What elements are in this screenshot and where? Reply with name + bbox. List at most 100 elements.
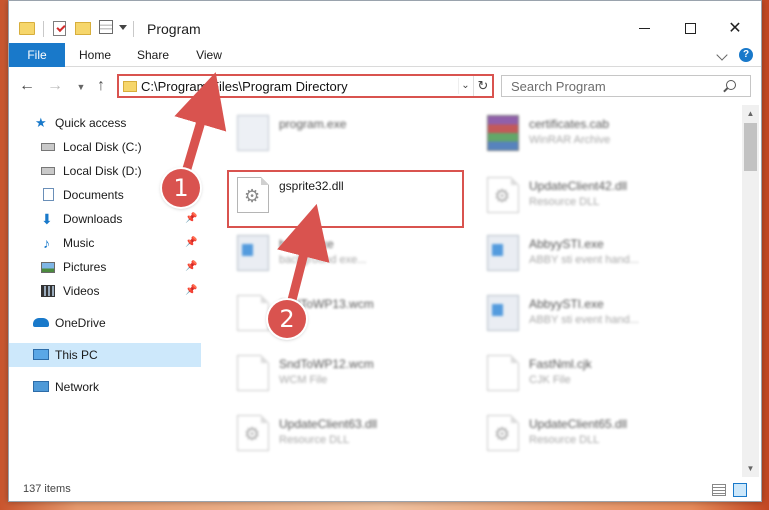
expand-ribbon-chevron-icon[interactable] bbox=[716, 49, 728, 61]
list-item[interactable]: FastNml.cjk CJK File bbox=[481, 347, 721, 399]
close-button[interactable]: ✕ bbox=[712, 13, 758, 43]
sidebar-item-quick-access[interactable]: ★ Quick access bbox=[9, 111, 201, 135]
file-name: SndToWP12.wcm bbox=[279, 357, 374, 371]
program-icon bbox=[237, 115, 269, 151]
address-bar[interactable]: C:\Program Files\Program Directory ⌄ ↻ bbox=[117, 74, 494, 98]
file-name: AbbyySTI.exe bbox=[529, 237, 604, 251]
minimize-icon bbox=[638, 27, 650, 29]
tab-view[interactable]: View bbox=[187, 43, 231, 67]
file-type: WCM File bbox=[279, 374, 328, 386]
details-view-icon[interactable] bbox=[712, 484, 726, 496]
large-icons-view-icon[interactable] bbox=[733, 483, 747, 497]
file-type: ABBY sti event hand... bbox=[529, 314, 639, 326]
dll-icon bbox=[487, 177, 519, 213]
sidebar-item-music[interactable]: ♪ Music 📌 bbox=[9, 231, 201, 255]
file-type: background exe... bbox=[279, 254, 367, 266]
list-item[interactable]: AbbyySTI.exe ABBY sti event hand... bbox=[481, 287, 721, 339]
tab-file[interactable]: File bbox=[9, 43, 65, 67]
file-name: AbbyySTI.exe bbox=[529, 297, 604, 311]
list-item[interactable]: UpdateClient42.dll Resource DLL bbox=[481, 169, 721, 221]
scrollbar-thumb[interactable] bbox=[744, 123, 757, 171]
back-arrow-icon[interactable]: ← bbox=[19, 78, 35, 94]
videos-icon bbox=[41, 285, 55, 297]
list-item[interactable]: bexec.exe background exe... bbox=[231, 227, 471, 279]
star-icon: ★ bbox=[35, 115, 47, 130]
file-name: program.exe bbox=[279, 117, 347, 131]
sidebar-item-local-disk-c[interactable]: Local Disk (C:) bbox=[9, 135, 201, 159]
new-folder-icon[interactable] bbox=[75, 22, 91, 35]
pin-icon[interactable]: 📌 bbox=[185, 286, 197, 296]
tab-share[interactable]: Share bbox=[129, 43, 177, 67]
forward-arrow-icon[interactable]: → bbox=[47, 78, 63, 94]
file-icon bbox=[487, 355, 519, 391]
search-placeholder: Search Program bbox=[511, 79, 606, 94]
properties-check-icon[interactable] bbox=[53, 21, 66, 36]
folder-icon bbox=[123, 81, 137, 92]
sidebar-item-pictures[interactable]: Pictures 📌 bbox=[9, 255, 201, 279]
list-item[interactable]: program.exe bbox=[231, 107, 471, 159]
properties-icon[interactable] bbox=[99, 20, 113, 34]
file-name: FastNml.cjk bbox=[529, 357, 592, 371]
search-input[interactable]: Search Program bbox=[501, 75, 751, 97]
customize-toolbar-dropdown-icon[interactable] bbox=[119, 25, 127, 30]
file-type: WinRAR Archive bbox=[529, 134, 611, 146]
file-name: UpdateClient65.dll bbox=[529, 417, 628, 431]
address-path[interactable]: C:\Program Files\Program Directory bbox=[141, 79, 348, 94]
help-icon[interactable]: ? bbox=[739, 48, 753, 62]
navigation-pane: ★ Quick access Local Disk (C:) Local Dis… bbox=[9, 105, 205, 477]
list-item[interactable]: SndToWP12.wcm WCM File bbox=[231, 347, 471, 399]
list-item[interactable]: UpdateClient65.dll Resource DLL bbox=[481, 407, 721, 459]
refresh-icon[interactable]: ↻ bbox=[473, 76, 492, 96]
scroll-down-icon[interactable]: ▼ bbox=[742, 460, 759, 477]
list-item[interactable]: UpdateClient63.dll Resource DLL bbox=[231, 407, 471, 459]
vertical-scrollbar[interactable]: ▲ ▼ bbox=[742, 105, 759, 477]
sidebar-item-this-pc[interactable]: This PC bbox=[9, 343, 201, 367]
documents-icon bbox=[43, 188, 54, 201]
up-arrow-icon[interactable]: ↑ bbox=[93, 78, 109, 94]
status-bar: 137 items bbox=[9, 477, 761, 501]
ribbon-tabs: File Home Share View ? bbox=[9, 43, 761, 67]
list-item[interactable]: AbbyySTI.exe ABBY sti event hand... bbox=[481, 227, 721, 279]
file-type: CJK File bbox=[529, 374, 571, 386]
sidebar-item-network[interactable]: Network bbox=[9, 375, 201, 399]
sidebar-item-label: Videos bbox=[63, 284, 100, 298]
file-type: Resource DLL bbox=[279, 434, 350, 446]
cloud-icon bbox=[33, 318, 49, 327]
exe-icon bbox=[237, 235, 269, 271]
file-list: program.exe certificates.cab WinRAR Arch… bbox=[209, 105, 742, 477]
music-icon: ♪ bbox=[43, 235, 50, 251]
minimize-button[interactable] bbox=[621, 13, 667, 43]
sidebar-item-label: Network bbox=[55, 380, 100, 394]
drive-icon bbox=[41, 143, 55, 151]
dll-icon bbox=[237, 415, 269, 451]
maximize-button[interactable] bbox=[667, 13, 713, 43]
sidebar-item-onedrive[interactable]: OneDrive bbox=[9, 311, 201, 335]
sidebar-item-label: Pictures bbox=[63, 260, 107, 274]
folder-icon[interactable] bbox=[19, 22, 35, 35]
computer-icon bbox=[33, 349, 49, 360]
file-icon bbox=[237, 295, 269, 331]
sidebar-item-videos[interactable]: Videos 📌 bbox=[9, 279, 201, 303]
pin-icon[interactable]: 📌 bbox=[185, 262, 197, 272]
sidebar-item-label: Documents bbox=[63, 188, 124, 202]
separator bbox=[43, 21, 44, 37]
sidebar-item-downloads[interactable]: ⬇ Downloads 📌 bbox=[9, 207, 201, 231]
dll-icon bbox=[487, 415, 519, 451]
address-dropdown-icon[interactable]: ⌄ bbox=[458, 78, 472, 94]
callout-step-2: 2 bbox=[268, 300, 306, 338]
tab-home[interactable]: Home bbox=[71, 43, 119, 67]
search-icon[interactable] bbox=[726, 80, 736, 90]
list-item[interactable]: SndToWP13.wcm File bbox=[231, 287, 471, 339]
sidebar-item-label: Downloads bbox=[63, 212, 123, 226]
pin-icon[interactable]: 📌 bbox=[185, 238, 197, 248]
pin-icon[interactable]: 📌 bbox=[185, 214, 197, 224]
pictures-icon bbox=[41, 262, 55, 273]
scroll-up-icon[interactable]: ▲ bbox=[742, 105, 759, 122]
file-type: ABBY sti event hand... bbox=[529, 254, 639, 266]
recent-locations-chevron-icon[interactable]: ▼ bbox=[73, 79, 89, 95]
file-name: UpdateClient63.dll bbox=[279, 417, 378, 431]
file-type: Resource DLL bbox=[529, 434, 600, 446]
exe-icon bbox=[487, 235, 519, 271]
list-item[interactable]: certificates.cab WinRAR Archive bbox=[481, 107, 721, 159]
sidebar-item-label: This PC bbox=[55, 348, 98, 362]
